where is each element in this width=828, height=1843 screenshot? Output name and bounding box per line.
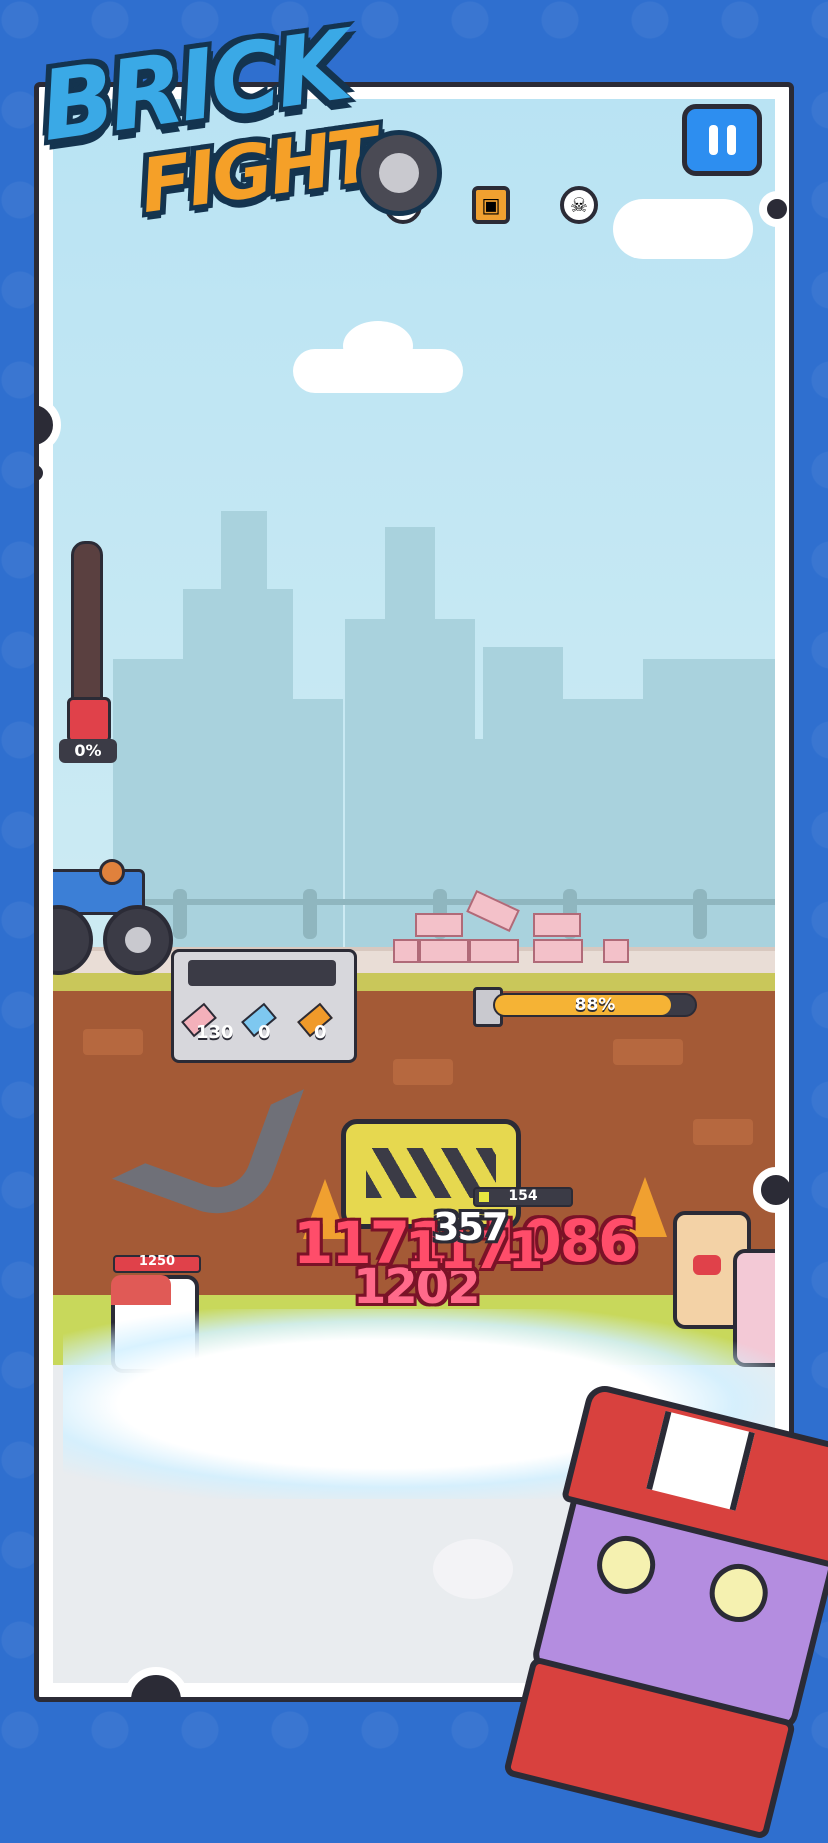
smoke-puff — [433, 1539, 513, 1599]
fence-post — [303, 889, 317, 939]
fuel-gauge — [71, 541, 103, 717]
resource-panel: 130 0 0 — [171, 949, 357, 1063]
fence-post — [693, 889, 707, 939]
enemy-hp-bar: 154 — [473, 1187, 573, 1207]
dirt-brick — [393, 1059, 453, 1085]
dirt-brick — [613, 1039, 683, 1065]
stage-skull-icon: ☠ — [560, 186, 598, 224]
cloud — [343, 321, 413, 371]
brick-pile — [393, 889, 633, 963]
brick-fight-logo: BRICK FIGHT — [30, 9, 450, 250]
fuel-can-icon — [67, 697, 111, 743]
wall-health-label: 88% — [574, 995, 616, 1015]
monster-truck — [53, 859, 193, 975]
stage-chest-icon: ▣ — [472, 186, 510, 224]
fuel-percent: 0% — [59, 739, 117, 763]
wall-health-bar: 88% — [493, 993, 697, 1017]
logo-tire-icon — [356, 130, 442, 216]
city-building — [483, 647, 563, 747]
frame-notch — [753, 1167, 789, 1213]
damage-number-critical: 357 — [433, 1205, 508, 1249]
blue-brick-count: 0 — [258, 1022, 271, 1043]
hero-hp-bar: 1250 — [113, 1254, 201, 1273]
frame-notch — [39, 457, 51, 489]
pink-brick-count: 130 — [196, 1022, 234, 1043]
cloud — [613, 199, 753, 259]
hopper-slot — [188, 960, 336, 986]
enemy-hp-label: 154 — [508, 1188, 538, 1204]
grass-strip — [53, 973, 775, 991]
frame-notch — [759, 191, 789, 227]
city-building — [385, 527, 435, 627]
dirt-brick — [83, 1029, 143, 1055]
dirt-brick — [693, 1119, 753, 1145]
pause-button[interactable] — [682, 104, 762, 176]
hero-hp-label: 1250 — [138, 1254, 176, 1269]
city-building — [221, 511, 267, 601]
city-building — [293, 699, 343, 959]
city-building — [643, 659, 775, 959]
orange-brick-count: 0 — [314, 1022, 327, 1043]
